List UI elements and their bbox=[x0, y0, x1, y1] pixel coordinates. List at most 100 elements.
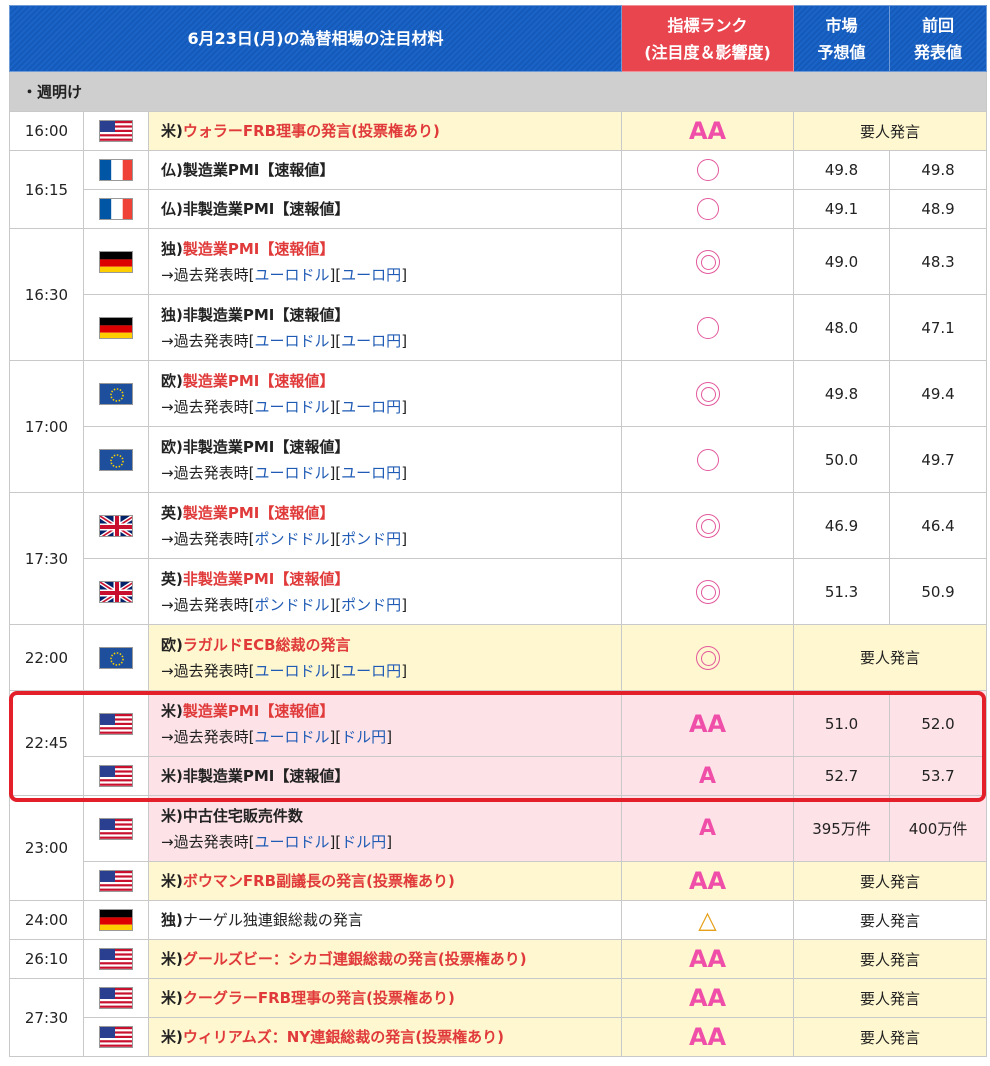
speech-note: 要人発言 bbox=[793, 978, 988, 1018]
rank-badge: AA bbox=[688, 984, 727, 1012]
chart-link[interactable]: ドル円 bbox=[341, 728, 386, 746]
event-title: 非製造業PMI【速報値】 bbox=[182, 305, 350, 324]
past-release-label: →過去発表時 bbox=[161, 331, 249, 350]
chart-link[interactable]: ユーロ円 bbox=[341, 662, 401, 680]
country-prefix: 欧) bbox=[161, 635, 183, 654]
previous-value: 400万件 bbox=[889, 795, 988, 862]
chart-link[interactable]: ユーロドル bbox=[254, 332, 329, 350]
event-title[interactable]: ウィリアムズ：NY連銀総裁の発言(投票権あり) bbox=[183, 1028, 504, 1046]
time-cell: 27:30 bbox=[9, 978, 84, 1057]
past-release-label: →過去発表時 bbox=[161, 832, 249, 851]
fr-flag-icon bbox=[99, 159, 133, 181]
event-title[interactable]: 製造業PMI【速報値】 bbox=[183, 372, 335, 390]
time-cell: 16:30 bbox=[9, 228, 84, 361]
chart-link[interactable]: ポンド円 bbox=[341, 596, 401, 614]
rank-badge: AA bbox=[688, 1023, 727, 1051]
rank-badge: AA bbox=[688, 945, 727, 973]
country-prefix: 米) bbox=[161, 950, 183, 968]
event-title[interactable]: 製造業PMI【速報値】 bbox=[183, 240, 335, 258]
rank-triangle-icon: △ bbox=[698, 906, 717, 934]
previous-value: 48.9 bbox=[889, 189, 988, 229]
previous-header-line1: 前回 bbox=[922, 15, 955, 35]
table-row: 27:30 米)クーグラーFRB理事の発言(投票権あり) AA 要人発言 bbox=[9, 978, 988, 1057]
us-flag-icon bbox=[99, 120, 133, 142]
table-row: 16:15 仏)製造業PMI【速報値】 49.8 49.8 bbox=[9, 150, 988, 229]
us-flag-icon bbox=[99, 948, 133, 970]
previous-value: 49.8 bbox=[889, 150, 988, 190]
event-title[interactable]: 製造業PMI【速報値】 bbox=[183, 504, 335, 522]
event-title[interactable]: ラガルドECB総裁の発言 bbox=[183, 636, 351, 654]
section-row: ・週明け bbox=[8, 71, 988, 112]
table-row: 22:00 欧)ラガルドECB総裁の発言 →過去発表時[ユーロドル][ユーロ円]… bbox=[9, 624, 988, 691]
country-prefix: 仏) bbox=[161, 200, 183, 218]
country-prefix: 英) bbox=[161, 503, 183, 522]
table-row: 独)非製造業PMI【速報値】 →過去発表時[ユーロドル][ユーロ円] 48.0 … bbox=[10, 294, 988, 361]
table-row: 米)ウィリアムズ：NY連銀総裁の発言(投票権あり) AA 要人発言 bbox=[10, 1017, 988, 1057]
us-flag-icon bbox=[99, 712, 133, 735]
rank-badge: AA bbox=[688, 867, 727, 895]
chart-link[interactable]: ポンドドル bbox=[254, 596, 329, 614]
previous-value: 52.0 bbox=[889, 690, 988, 757]
table-row: 24:00 独)ナーゲル独連銀総裁の発言 △ 要人発言 bbox=[9, 900, 988, 940]
forecast-value: 46.9 bbox=[793, 492, 891, 559]
event-title[interactable]: グールズビー：シカゴ連銀総裁の発言(投票権あり) bbox=[183, 950, 527, 968]
table-row: 16:30 独)製造業PMI【速報値】 →過去発表時[ユーロドル][ユーロ円] … bbox=[9, 228, 988, 361]
table-row: 米)非製造業PMI【速報値】 A 52.7 53.7 bbox=[10, 756, 988, 796]
chart-link[interactable]: ユーロドル bbox=[254, 398, 329, 416]
rank-double-circle-icon bbox=[695, 381, 720, 406]
previous-value: 53.7 bbox=[889, 756, 988, 796]
speech-note: 要人発言 bbox=[793, 624, 988, 691]
table-row: 26:10 米)グールズビー：シカゴ連銀総裁の発言(投票権あり) AA 要人発言 bbox=[9, 939, 988, 979]
chart-link[interactable]: ユーロドル bbox=[254, 833, 329, 851]
chart-link[interactable]: ドル円 bbox=[341, 833, 386, 851]
rank-double-circle-icon bbox=[695, 513, 720, 538]
previous-value: 49.7 bbox=[889, 426, 988, 493]
table-row: 17:30 英)製造業PMI【速報値】 →過去発表時[ポンドドル][ポンド円] … bbox=[9, 492, 988, 625]
country-prefix: 米) bbox=[161, 806, 183, 825]
past-release-label: →過去発表時 bbox=[161, 529, 249, 548]
section-label: ・週明け bbox=[8, 71, 988, 112]
event-title[interactable]: ボウマンFRB副議長の発言(投票権あり) bbox=[183, 872, 455, 890]
event-title: 非製造業PMI【速報値】 bbox=[182, 437, 350, 456]
speech-note: 要人発言 bbox=[793, 900, 988, 940]
rank-circle-icon bbox=[696, 159, 719, 181]
chart-link[interactable]: ユーロドル bbox=[254, 266, 329, 284]
rank-badge: A bbox=[699, 816, 717, 841]
previous-value: 47.1 bbox=[889, 294, 988, 361]
country-prefix: 米) bbox=[161, 701, 183, 720]
table-row: 米)ボウマンFRB副議長の発言(投票権あり) AA 要人発言 bbox=[10, 861, 988, 901]
past-release-label: →過去発表時 bbox=[161, 463, 249, 482]
forecast-value: 49.8 bbox=[793, 360, 891, 427]
chart-link[interactable]: ポンドドル bbox=[254, 530, 329, 548]
event-title[interactable]: 製造業PMI【速報値】 bbox=[183, 702, 335, 720]
chart-link[interactable]: ユーロ円 bbox=[341, 464, 401, 482]
forecast-column-header: 市場 予想値 bbox=[793, 5, 891, 72]
chart-link[interactable]: ユーロドル bbox=[254, 728, 329, 746]
country-prefix: 米) bbox=[161, 767, 183, 785]
speech-note: 要人発言 bbox=[793, 1017, 988, 1057]
us-flag-icon bbox=[99, 870, 133, 892]
country-prefix: 米) bbox=[161, 1028, 183, 1046]
speech-note: 要人発言 bbox=[793, 939, 988, 979]
table-row: 16:00 米)ウォラーFRB理事の発言(投票権あり) AA 要人発言 bbox=[9, 111, 988, 151]
us-flag-icon bbox=[99, 765, 133, 787]
table-row: 欧)非製造業PMI【速報値】 →過去発表時[ユーロドル][ユーロ円] 50.0 … bbox=[10, 426, 988, 493]
chart-link[interactable]: ユーロ円 bbox=[341, 398, 401, 416]
rank-header-line1: 指標ランク bbox=[667, 15, 748, 35]
country-prefix: 米) bbox=[161, 989, 183, 1007]
forecast-value: 51.3 bbox=[793, 558, 891, 625]
chart-link[interactable]: ユーロ円 bbox=[341, 332, 401, 350]
chart-link[interactable]: ユーロ円 bbox=[341, 266, 401, 284]
event-title[interactable]: 非製造業PMI【速報値】 bbox=[183, 570, 350, 588]
time-cell: 16:00 bbox=[9, 111, 84, 151]
chart-link[interactable]: ポンド円 bbox=[341, 530, 401, 548]
event-title[interactable]: クーグラーFRB理事の発言(投票権あり) bbox=[183, 989, 455, 1007]
country-prefix: 独) bbox=[161, 239, 183, 258]
chart-link[interactable]: ユーロドル bbox=[254, 662, 329, 680]
chart-link[interactable]: ユーロドル bbox=[254, 464, 329, 482]
event-title[interactable]: ウォラーFRB理事の発言(投票権あり) bbox=[183, 122, 440, 140]
de-flag-icon bbox=[99, 909, 133, 931]
forecast-header-line1: 市場 bbox=[825, 15, 858, 35]
event-title: ナーゲル独連銀総裁の発言 bbox=[182, 911, 363, 929]
event-title: 中古住宅販売件数 bbox=[182, 806, 303, 825]
